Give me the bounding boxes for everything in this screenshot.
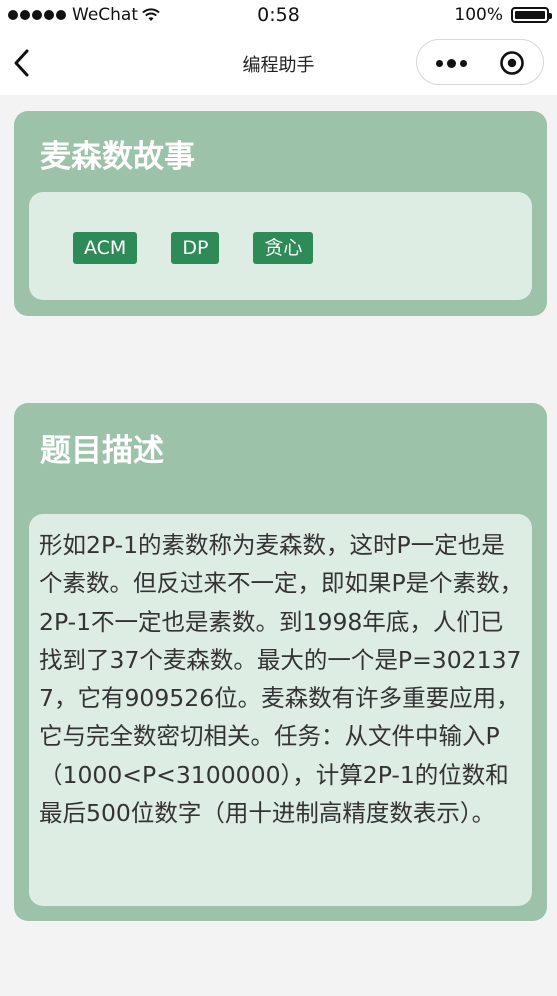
tag-dp[interactable]: DP [171, 232, 220, 264]
description-heading: 题目描述 [40, 433, 164, 469]
battery-status: 100% [454, 5, 552, 25]
battery-icon [511, 7, 552, 23]
mini-program-capsule [416, 39, 544, 85]
target-close-icon [500, 51, 524, 75]
description-text: 形如2P-1的素数称为麦森数，这时P一定也是个素数。但反过来不一定，即如果P是个… [39, 531, 524, 828]
description-panel: 形如2P-1的素数称为麦森数，这时P一定也是个素数。但反过来不一定，即如果P是个… [29, 514, 532, 906]
problem-title: 麦森数故事 [40, 139, 195, 175]
problem-card: 麦森数故事 ACM DP 贪心 [14, 111, 547, 316]
battery-percent: 100% [454, 5, 503, 25]
status-bar: WeChat 0:58 100% [0, 0, 557, 30]
navigation-bar: 编程助手 [0, 30, 557, 95]
close-mini-program-button[interactable] [499, 50, 525, 76]
tag-acm[interactable]: ACM [73, 232, 138, 264]
tags-panel: ACM DP 贪心 [29, 192, 532, 300]
tag-list: ACM DP 贪心 [73, 232, 347, 264]
more-dots-icon [435, 59, 443, 67]
description-card: 题目描述 形如2P-1的素数称为麦森数，这时P一定也是个素数。但反过来不一定，即… [14, 403, 547, 921]
more-options-button[interactable] [431, 54, 471, 72]
tag-greedy[interactable]: 贪心 [253, 232, 314, 264]
